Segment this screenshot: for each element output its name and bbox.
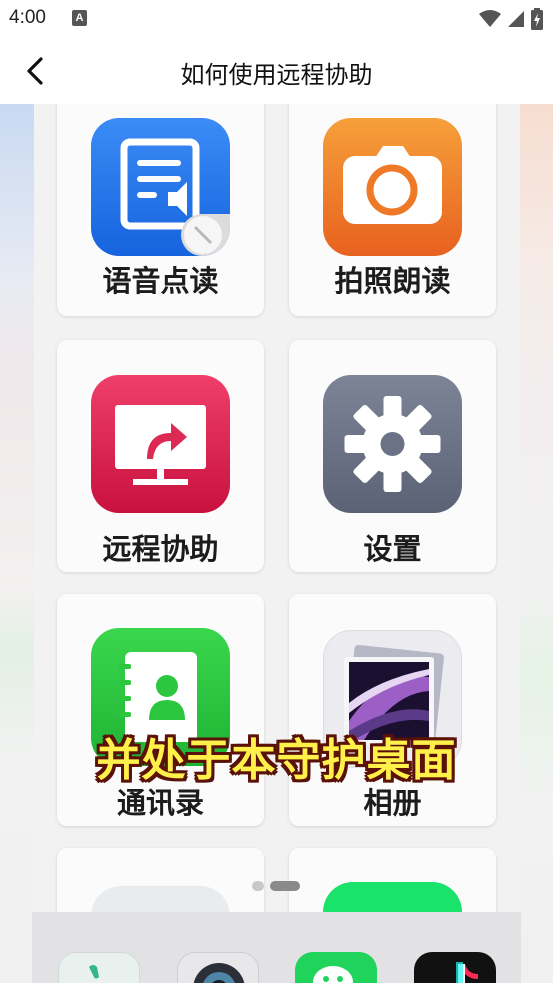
page-dot-active: [270, 881, 300, 891]
camera-icon: [323, 118, 462, 256]
guardian-desktop-screen: 语音点读 拍照朗读 远程协助 设置 通讯录 相册: [34, 104, 520, 983]
page-indicator: [252, 881, 300, 891]
document-speaker-icon: [91, 118, 230, 256]
battery-charging-icon: [531, 8, 543, 30]
remote-screen-icon: [91, 375, 230, 513]
dock: [32, 912, 521, 983]
tutorial-video[interactable]: 语音点读 拍照朗读 远程协助 设置 通讯录 相册 并处于本守护桌面: [0, 104, 553, 983]
wechat-icon[interactable]: [295, 952, 377, 983]
phone-icon[interactable]: [58, 952, 140, 983]
tile-contacts[interactable]: 通讯录: [57, 594, 264, 826]
video-blur-left: [0, 104, 34, 983]
gear-icon: [323, 375, 462, 513]
tile-settings[interactable]: 设置: [289, 340, 496, 572]
signal-icon: [508, 11, 524, 27]
status-time: 4:00: [9, 7, 46, 28]
tile-album[interactable]: 相册: [289, 594, 496, 826]
tile-voice-reading[interactable]: 语音点读: [57, 104, 264, 316]
status-icons: [479, 7, 543, 31]
camera-lens-icon[interactable]: [177, 952, 259, 983]
tiktok-icon[interactable]: [414, 952, 496, 983]
tile-photo-reading[interactable]: 拍照朗读: [289, 104, 496, 316]
wifi-icon: [479, 10, 501, 27]
tile-settings-label: 设置: [363, 532, 422, 566]
tile-voice-reading-label: 语音点读: [102, 264, 219, 298]
video-blur-right: [519, 104, 553, 983]
title-bar: 如何使用远程协助: [0, 38, 553, 104]
tile-remote-assist[interactable]: 远程协助: [57, 340, 264, 572]
tile-photo-reading-label: 拍照朗读: [334, 264, 451, 298]
video-caption: 并处于本守护桌面: [96, 735, 457, 786]
page-dot: [252, 881, 264, 891]
status-bar: 4:00 A: [0, 0, 553, 38]
tile-remote-assist-label: 远程协助: [102, 532, 219, 566]
notification-icon: A: [72, 10, 87, 26]
page-title: 如何使用远程协助: [180, 61, 373, 89]
